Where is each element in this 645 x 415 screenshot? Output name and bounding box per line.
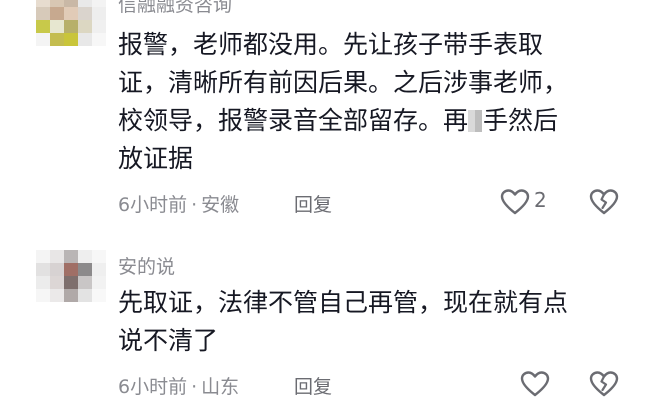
comment-username[interactable]: 信融融资咨询	[118, 0, 232, 17]
comment-text-fragment: 手然后	[483, 106, 559, 135]
comment-text-line: 报警，老师都没用。先让孩子带手表取	[118, 30, 544, 59]
heart-outline-icon	[520, 371, 550, 397]
meta-separator: ·	[191, 194, 198, 216]
comment-item: 安的说 先取证，法律不管自己再管，现在就有点 说不清了 6小时前 · 山东 回复	[0, 240, 645, 415]
comment-meta: 6小时前 · 山东	[118, 372, 239, 399]
broken-heart-icon	[589, 371, 619, 397]
comment-location: 安徽	[201, 194, 240, 216]
like-button[interactable]: 2	[500, 186, 560, 218]
dislike-button[interactable]	[589, 368, 621, 400]
like-button[interactable]	[520, 368, 580, 400]
comment-time: 6小时前	[118, 194, 188, 216]
comment-location: 山东	[201, 376, 240, 398]
dislike-button[interactable]	[589, 186, 621, 218]
meta-separator: ·	[191, 376, 198, 398]
comment-text-fragment: 校领导，报警录音全部留存。再	[118, 106, 469, 135]
comment-text-line: 证，清晰所有前因后果。之后涉事老师，	[118, 68, 569, 97]
like-count: 2	[534, 188, 547, 212]
comment-text-line: 先取证，法律不管自己再管，现在就有点	[118, 288, 569, 317]
comment-username[interactable]: 安的说	[118, 252, 175, 279]
comment-item: 信融融资咨询 报警，老师都没用。先让孩子带手表取 证，清晰所有前因后果。之后涉事…	[0, 0, 645, 230]
comment-time: 6小时前	[118, 376, 188, 398]
comment-text-line: 校领导，报警录音全部留存。再 手然后	[118, 102, 618, 140]
avatar[interactable]	[36, 250, 106, 302]
comment-text: 报警，老师都没用。先让孩子带手表取 证，清晰所有前因后果。之后涉事老师， 校领导…	[118, 26, 618, 178]
reply-button[interactable]: 回复	[294, 190, 332, 217]
broken-heart-icon	[589, 189, 619, 215]
comment-text-line: 说不清了	[118, 326, 219, 355]
comment-text: 先取证，法律不管自己再管，现在就有点 说不清了	[118, 284, 618, 360]
reply-button[interactable]: 回复	[294, 372, 332, 399]
heart-outline-icon	[500, 189, 530, 215]
comment-meta: 6小时前 · 安徽	[118, 190, 239, 217]
comment-text-line: 放证据	[118, 144, 194, 173]
censored-mosaic	[468, 110, 483, 132]
avatar[interactable]	[36, 0, 106, 46]
